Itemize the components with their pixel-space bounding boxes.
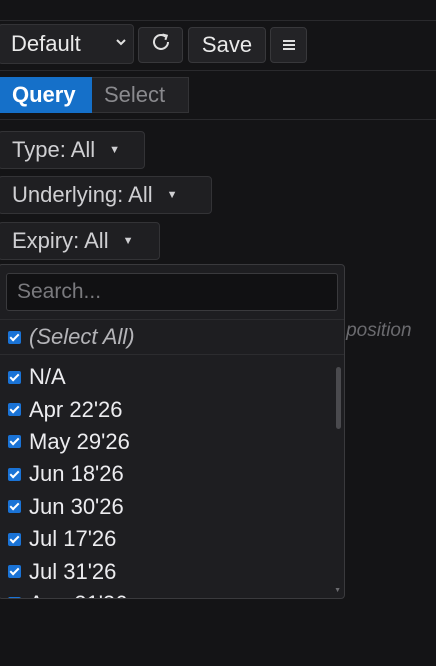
list-item[interactable]: Jul 31'26 <box>0 555 333 587</box>
refresh-icon <box>150 31 172 59</box>
list-item[interactable]: Jun 30'26 <box>0 491 333 523</box>
mode-divider <box>0 119 436 120</box>
list-item[interactable]: Aug 21'26 <box>0 588 333 598</box>
select-all-label: (Select All) <box>29 324 135 349</box>
list-item[interactable]: Jun 18'26 <box>0 458 333 490</box>
save-button[interactable]: Save <box>188 27 266 63</box>
preset-select[interactable]: Default <box>0 24 134 64</box>
caret-down-icon: ▼ <box>122 235 134 247</box>
option-label: Jun 30'26 <box>29 493 124 519</box>
option-checkbox[interactable] <box>8 435 21 449</box>
option-checkbox[interactable] <box>8 403 21 417</box>
option-label: N/A <box>29 364 66 390</box>
query-mode-button[interactable]: Query <box>0 77 92 113</box>
refresh-button[interactable] <box>138 27 183 63</box>
expiry-filter-button[interactable]: Expiry: All ▼ <box>0 222 160 260</box>
list-item[interactable]: Apr 22'26 <box>0 393 333 425</box>
save-button-label: Save <box>201 32 253 57</box>
option-label: Aug 21'26 <box>29 591 127 598</box>
list-item[interactable]: N/A <box>0 361 333 393</box>
underlying-filter-label: Underlying: All <box>12 182 153 207</box>
type-filter-button[interactable]: Type: All ▼ <box>0 131 145 169</box>
top-divider <box>0 20 436 21</box>
chevron-down-icon <box>115 35 127 52</box>
option-label: Apr 22'26 <box>29 396 123 422</box>
menu-button[interactable] <box>270 27 307 63</box>
scroll-down-arrow-icon[interactable]: ▼ <box>334 587 341 594</box>
option-checkbox[interactable] <box>8 500 21 514</box>
scrollbar-thumb[interactable] <box>336 367 341 429</box>
option-label: Jul 17'26 <box>29 526 117 552</box>
hamburger-menu-icon <box>282 32 296 58</box>
select-all-row[interactable]: (Select All) <box>0 319 344 355</box>
page: Default Save Query Select Type: All ▼ Un… <box>0 0 436 666</box>
underlying-filter-button[interactable]: Underlying: All ▼ <box>0 176 212 214</box>
option-label: May 29'26 <box>29 428 130 454</box>
option-checkbox[interactable] <box>8 565 21 579</box>
caret-down-icon: ▼ <box>109 144 121 156</box>
caret-down-icon: ▼ <box>166 189 178 201</box>
option-label: Jul 31'26 <box>29 558 117 584</box>
expiry-filter-label: Expiry: All <box>12 228 109 253</box>
select-all-checkbox[interactable] <box>8 330 21 344</box>
expiry-option-list: N/A Apr 22'26 May 29'26 Jun 18'26 Jun 30… <box>0 361 333 598</box>
toolbar-divider <box>0 70 436 71</box>
option-checkbox[interactable] <box>8 467 21 481</box>
list-item[interactable]: May 29'26 <box>0 426 333 458</box>
select-mode-button[interactable]: Select <box>92 77 189 113</box>
list-item[interactable]: Jul 17'26 <box>0 523 333 555</box>
preset-select-value: Default <box>11 31 81 56</box>
search-input[interactable] <box>6 273 338 311</box>
mode-toggle: Query Select <box>0 77 189 113</box>
type-filter-label: Type: All <box>12 137 96 162</box>
option-label: Jun 18'26 <box>29 461 124 487</box>
expiry-dropdown-panel: (Select All) N/A Apr 22'26 May 29'26 Jun… <box>0 264 345 599</box>
option-checkbox[interactable] <box>8 370 21 384</box>
option-checkbox[interactable] <box>8 597 21 598</box>
option-checkbox[interactable] <box>8 532 21 546</box>
